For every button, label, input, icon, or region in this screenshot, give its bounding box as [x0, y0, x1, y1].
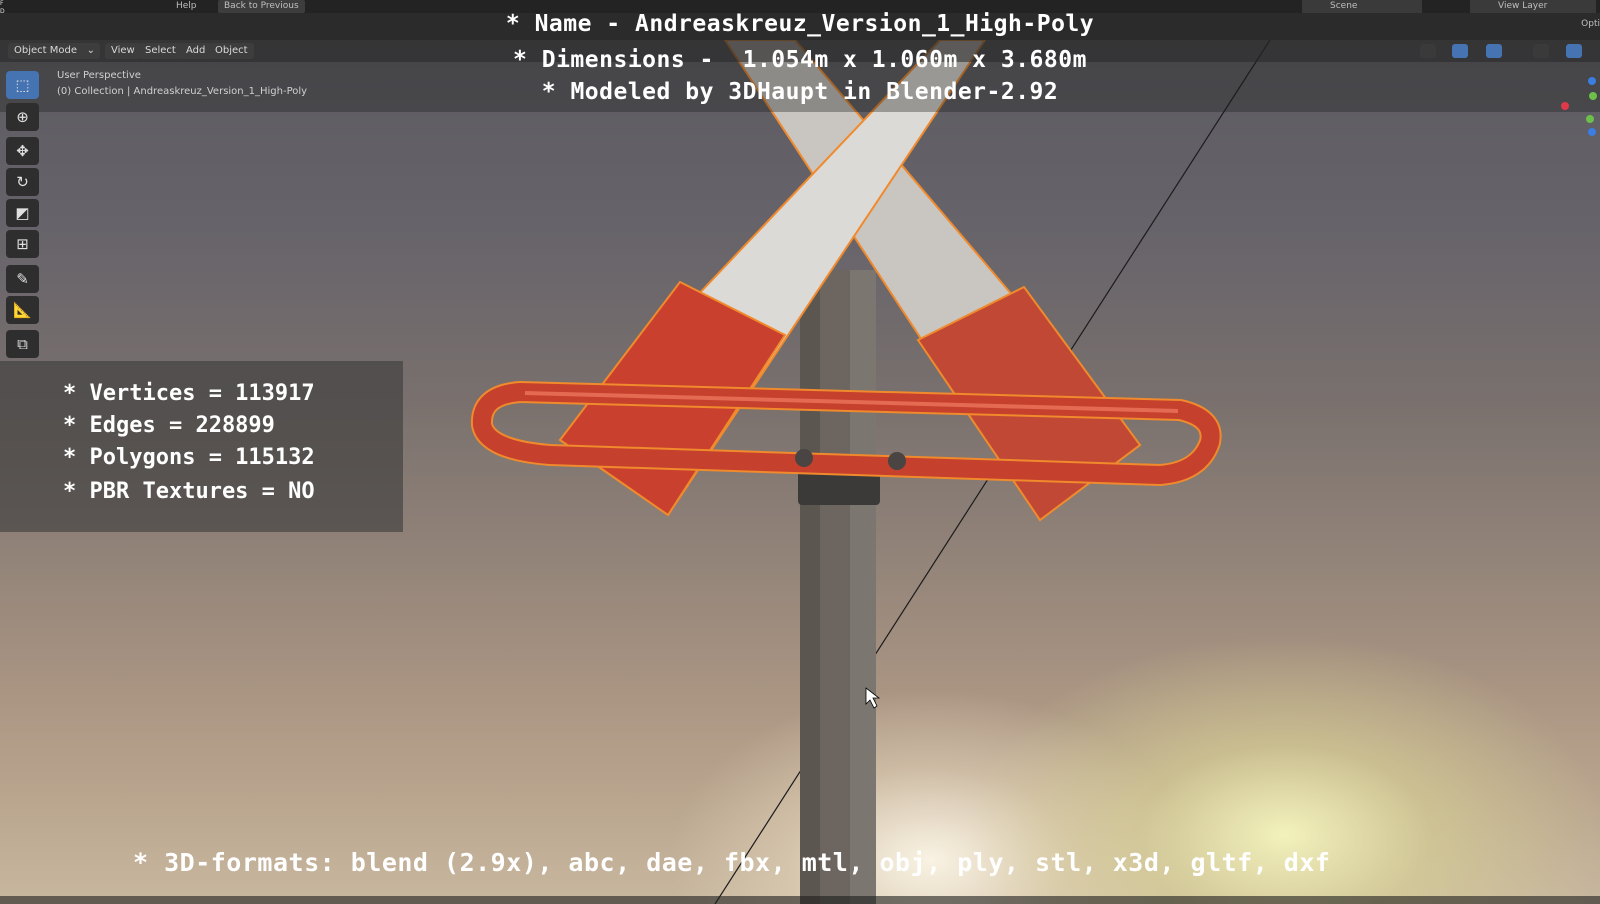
- 3d-viewport[interactable]: Help Back to Previous Scene View Layer F…: [0, 0, 1600, 904]
- mesh-stats-panel: * Vertices = 113917 * Edges = 228899 * P…: [0, 361, 403, 532]
- move-icon[interactable]: ✥: [6, 137, 39, 165]
- stat-polygons: * Polygons = 115132: [63, 445, 315, 470]
- stat-vertices: * Vertices = 113917: [63, 381, 315, 406]
- stat-edges: * Edges = 228899: [63, 413, 275, 438]
- model-dimensions-line: * Dimensions - 1.054m x 1.060m x 3.680m: [513, 47, 1087, 73]
- annotate-icon[interactable]: ✎: [6, 265, 39, 293]
- add-cube-icon[interactable]: ⧉: [6, 330, 39, 358]
- rotate-icon[interactable]: ↻: [6, 168, 39, 196]
- model-author-line: * Modeled by 3DHaupt in Blender-2.92: [541, 79, 1059, 105]
- status-bar: [0, 896, 1600, 904]
- measure-icon[interactable]: 📐: [6, 296, 39, 324]
- back-to-previous-label: Back to Previous: [224, 1, 299, 11]
- formats-line: * 3D-formats: blend (2.9x), abc, dae, fb…: [133, 848, 1331, 877]
- scale-icon[interactable]: ◩: [6, 199, 39, 227]
- transform-icon[interactable]: ⊞: [6, 230, 39, 258]
- stat-pbr-textures: * PBR Textures = NO: [63, 479, 315, 504]
- model-name-line: * Name - Andreaskreuz_Version_1_High-Pol…: [505, 11, 1095, 37]
- cursor-icon[interactable]: ⊕: [6, 103, 39, 131]
